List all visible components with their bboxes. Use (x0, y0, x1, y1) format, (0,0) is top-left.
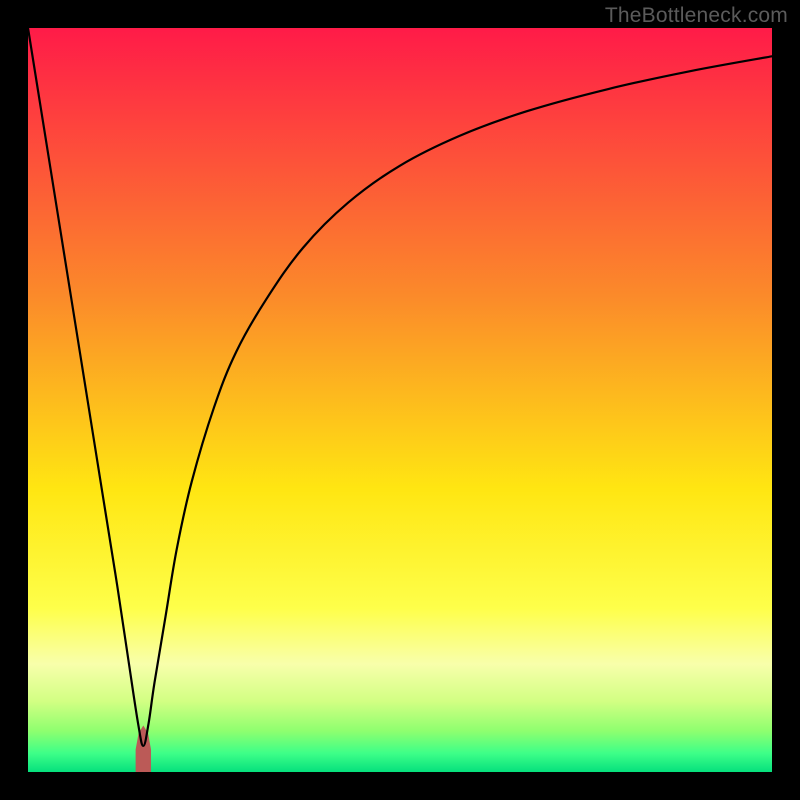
chart-svg (28, 28, 772, 772)
chart-frame: TheBottleneck.com (0, 0, 800, 800)
plot-area (28, 28, 772, 772)
watermark-text: TheBottleneck.com (605, 4, 788, 28)
minimum-marker (137, 727, 150, 772)
gradient-background (28, 28, 772, 772)
